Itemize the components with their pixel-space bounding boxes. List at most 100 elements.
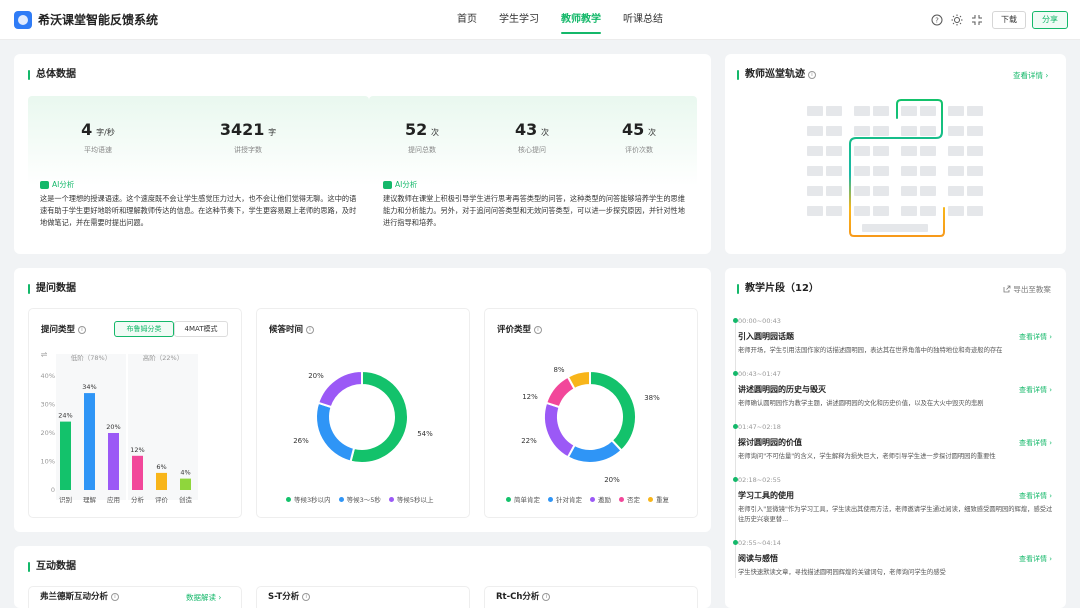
- donut-value-label: 26%: [293, 437, 309, 445]
- info-icon[interactable]: i: [302, 593, 311, 601]
- bar-group-label: 低阶（78%）: [71, 353, 111, 362]
- bar-value-label: 24%: [58, 412, 72, 420]
- segments-title: 教学片段（12）: [737, 282, 819, 296]
- legend-label: 邀励: [598, 496, 611, 504]
- flanders-title: 弗兰德斯互动分析 i: [40, 590, 120, 602]
- legend-item[interactable]: 邀励: [590, 494, 611, 504]
- y-tick-label: 10%: [41, 458, 55, 466]
- bar-理解: [84, 393, 95, 490]
- donut-value-label: 20%: [308, 372, 324, 380]
- segment-details-link[interactable]: 查看详情 ›: [1019, 438, 1052, 448]
- x-tick-label: 理解: [83, 495, 97, 504]
- donut-slice-等候5秒以上: [316, 369, 363, 409]
- donut-slice-针对肯定: [566, 438, 623, 464]
- timeline-dot: [733, 371, 738, 376]
- donut-value-label: 22%: [521, 437, 537, 445]
- donut-slice-等候3～5秒: [315, 401, 356, 463]
- legend-dot: [619, 497, 624, 502]
- segment-details-link[interactable]: 查看详情 ›: [1019, 332, 1052, 342]
- bar-创造: [180, 478, 191, 490]
- y-tick-label: 40%: [41, 372, 55, 380]
- wait-time-legend: 等候3秒以内 等候3～5秒 等候5秒以上: [286, 494, 434, 504]
- legend-label: 否定: [627, 496, 640, 504]
- segment-details-link[interactable]: 查看详情 ›: [1019, 554, 1052, 564]
- bar-group-label: 高阶（22%）: [143, 353, 183, 362]
- legend-label: 重复: [656, 496, 669, 504]
- bar-分析: [132, 455, 143, 490]
- export-to-plan-link[interactable]: 导出至教案: [1003, 284, 1051, 295]
- bar-value-label: 20%: [106, 423, 120, 431]
- donut-slice-邀励: [543, 401, 576, 459]
- bar-value-label: 34%: [82, 383, 96, 391]
- timeline-dot: [733, 477, 738, 482]
- donut-value-label: 20%: [604, 476, 620, 484]
- x-tick-label: 创造: [179, 495, 193, 504]
- toggle-bloom[interactable]: 布鲁姆分类: [114, 321, 174, 337]
- bar-value-label: 4%: [180, 469, 190, 477]
- evaluation-type-title: 评价类型 i: [497, 323, 543, 335]
- segment-item[interactable]: 01:47~02:18 探讨圆明园的价值 老师询问"不可估量"的含义，学生解释为…: [733, 422, 1058, 462]
- legend-item[interactable]: 针对肯定: [548, 494, 582, 504]
- legend-item[interactable]: 重复: [648, 494, 669, 504]
- bar-应用: [108, 433, 119, 490]
- legend-dot: [286, 497, 291, 502]
- donut-value-label: 12%: [522, 393, 538, 401]
- evaluation-type-donut-chart: 38% 20% 22% 12% 8%: [521, 366, 660, 484]
- legend-dot: [590, 497, 595, 502]
- timeline-dot: [733, 318, 738, 323]
- bar-value-label: 12%: [130, 446, 144, 454]
- segment-details-link[interactable]: 查看详情 ›: [1019, 491, 1052, 501]
- segment-item[interactable]: 02:18~02:55 学习工具的使用 老师引入"显微镜"作为学习工具，学生读出…: [733, 475, 1058, 525]
- timeline-dot: [733, 540, 738, 545]
- bar-识别: [60, 421, 71, 490]
- legend-item[interactable]: 否定: [619, 494, 640, 504]
- rtch-analysis-title: Rt-Ch分析 i: [496, 590, 551, 602]
- x-tick-label: 评价: [155, 496, 169, 504]
- question-data-title: 提问数据: [28, 282, 76, 296]
- legend-dot: [388, 497, 394, 502]
- export-icon: [1003, 285, 1011, 293]
- legend-dot: [338, 497, 344, 502]
- segment-item[interactable]: 00:00~00:43 引入圆明园话题 老师开场，学生引用法国作家的话描述圆明园…: [733, 316, 1058, 356]
- donut-slice-简单肯定: [589, 369, 637, 452]
- legend-label: 简单肯定: [514, 496, 540, 504]
- bar-评价: [156, 472, 167, 490]
- wait-time-donut-chart: 54% 26% 20%: [293, 369, 433, 464]
- filter-icon: ⇌: [41, 350, 48, 359]
- legend-dot: [648, 497, 653, 502]
- legend-item[interactable]: 等候3秒以内: [286, 494, 331, 504]
- interaction-data-title: 互动数据: [28, 560, 76, 574]
- question-type-bar-chart: 低阶（78%） 高阶（22%） ⇌ 0 10% 20% 30% 40% 24% 识别 34% 理解 20…: [41, 350, 198, 504]
- segment-item[interactable]: 00:43~01:47 讲述圆明园的历史与毁灭 老师确认圆明园作为教学主题，讲述…: [733, 369, 1058, 409]
- info-icon[interactable]: i: [534, 326, 543, 334]
- segment-details-link[interactable]: 查看详情 ›: [1019, 385, 1052, 395]
- timeline-dot: [733, 424, 738, 429]
- legend-label: 等候3～5秒: [346, 496, 381, 504]
- legend-label: 等候3秒以内: [294, 496, 331, 504]
- legend-item[interactable]: 等候5秒以上: [388, 494, 434, 504]
- wait-time-title: 候答时间 i: [269, 323, 315, 335]
- donut-value-label: 38%: [644, 394, 660, 402]
- y-tick-label: 0: [51, 486, 55, 494]
- y-tick-label: 20%: [41, 429, 55, 437]
- x-tick-label: 应用: [107, 495, 120, 504]
- bar-value-label: 6%: [156, 463, 166, 471]
- legend-item[interactable]: 简单肯定: [506, 494, 540, 504]
- donut-value-label: 8%: [553, 366, 564, 374]
- x-tick-label: 分析: [131, 495, 145, 504]
- info-icon[interactable]: i: [111, 593, 120, 601]
- info-icon[interactable]: i: [542, 593, 551, 601]
- legend-label: 针对肯定: [556, 496, 582, 504]
- data-interpretation-link[interactable]: 数据解读 ›: [186, 592, 221, 603]
- x-tick-label: 识别: [59, 495, 72, 504]
- legend-dot: [506, 497, 511, 502]
- toggle-4mat[interactable]: 4MAT模式: [174, 321, 228, 337]
- evaluation-type-legend: 简单肯定 针对肯定 邀励 否定 重复: [506, 494, 669, 504]
- st-analysis-title: S-T分析 i: [268, 590, 311, 602]
- question-type-title: 提问类型 i: [41, 323, 87, 335]
- legend-dot: [548, 497, 553, 502]
- info-icon[interactable]: i: [306, 326, 315, 334]
- legend-item[interactable]: 等候3～5秒: [338, 494, 381, 504]
- info-icon[interactable]: i: [78, 326, 87, 334]
- segment-item[interactable]: 02:55~04:14 阅读与感悟 学生快速默读文章，寻找描述圆明园辉煌的关键词…: [733, 538, 1058, 578]
